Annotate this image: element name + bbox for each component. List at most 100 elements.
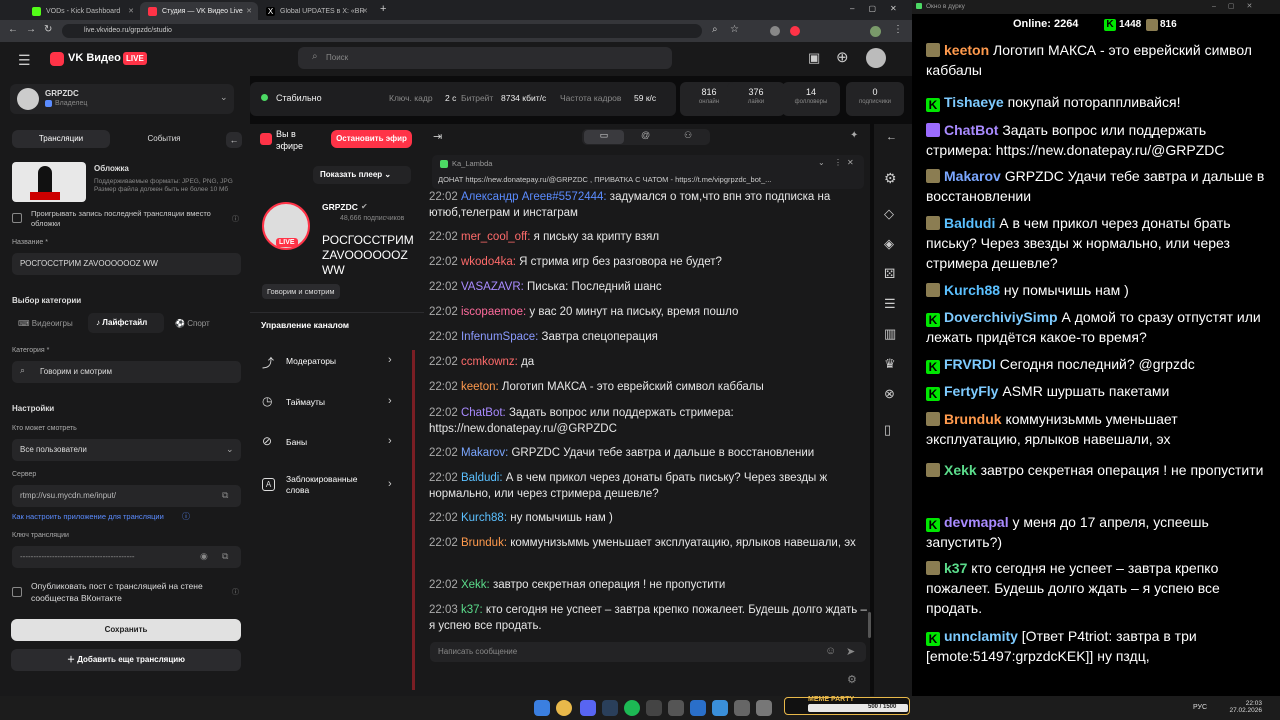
- category-field[interactable]: Говорим и смотрим: [12, 361, 241, 383]
- mention-icon[interactable]: @: [641, 130, 650, 140]
- chat-ban-icon[interactable]: ⊗: [884, 386, 895, 402]
- message-author[interactable]: VASAZAVR:: [461, 281, 527, 293]
- message-author[interactable]: keeton:: [461, 381, 502, 393]
- profile-icon[interactable]: [870, 26, 881, 37]
- back-arrow-icon[interactable]: ←: [886, 131, 897, 143]
- channel-selector[interactable]: [10, 84, 234, 114]
- cat-games[interactable]: ⌨ Видеоигры: [18, 319, 73, 328]
- message-author[interactable]: Brunduk:: [461, 537, 510, 549]
- chat-message[interactable]: 22:02 VASAZAVR: Писька: Последний шанс: [429, 279, 867, 295]
- name-field[interactable]: РОСГОССТРИМ ZAVOOOOOOZ WW: [12, 253, 241, 275]
- expand-icon[interactable]: ⇥: [433, 130, 442, 143]
- server-field[interactable]: rtmp://vsu.mycdn.me/input/: [12, 485, 241, 507]
- extension-icon[interactable]: [770, 26, 780, 36]
- chat-bubble-icon[interactable]: ▭: [584, 130, 624, 144]
- close-tab-icon[interactable]: ✕: [362, 7, 368, 15]
- back-icon[interactable]: ←: [8, 24, 18, 35]
- start-icon[interactable]: [534, 700, 550, 716]
- close-tab-icon[interactable]: ✕: [246, 7, 252, 15]
- message-author[interactable]: wkodo4ka:: [461, 256, 519, 268]
- bar-chart-icon[interactable]: ▥: [884, 326, 896, 342]
- vk-logo-text[interactable]: VK Видео: [68, 52, 121, 64]
- extension-icon[interactable]: [790, 26, 800, 36]
- menu-dots-icon[interactable]: ⋮: [893, 24, 903, 35]
- cat-sport[interactable]: ⚽ Спорт: [175, 319, 210, 328]
- bookmark-icon[interactable]: ☆: [730, 24, 739, 35]
- tab-vk-studio[interactable]: Студия — VK Видео Live ✕: [140, 2, 258, 20]
- tab-kick[interactable]: VODs - Kick Dashboard ✕: [24, 2, 140, 20]
- menu-bans[interactable]: Баны: [286, 437, 307, 447]
- chat-message[interactable]: 22:02 keeton: Логотип МАКСА - это еврейс…: [429, 379, 867, 395]
- users-icon[interactable]: ⚇: [684, 130, 692, 141]
- eye-icon[interactable]: ◉: [200, 551, 208, 562]
- add-icon[interactable]: ⊕: [836, 48, 849, 66]
- chat-message[interactable]: 22:02 Kurch88: ну помычишь нам ): [429, 510, 867, 526]
- menu-timeouts[interactable]: Таймауты: [286, 397, 325, 407]
- menu-blocked-words[interactable]: Заблокированные слова: [286, 474, 376, 496]
- clip-icon[interactable]: ▯: [884, 422, 891, 438]
- close-tab-icon[interactable]: ✕: [128, 7, 134, 15]
- auto-cover-checkbox[interactable]: [12, 213, 22, 223]
- tab-x[interactable]: X Global UPDATES в X: «BREAKIN✕: [258, 2, 374, 20]
- chat-message[interactable]: 22:03 k37: кто сегодня не успеет – завтр…: [429, 602, 867, 634]
- chat-input[interactable]: Написать сообщение: [430, 642, 866, 662]
- message-author[interactable]: mer_cool_off:: [461, 231, 534, 243]
- url-field[interactable]: live.vkvideo.ru/grpzdc/studio: [62, 24, 702, 38]
- spotify-icon[interactable]: [624, 700, 640, 716]
- notifications-icon[interactable]: ▣: [808, 50, 820, 66]
- hamburger-icon[interactable]: ☰: [18, 52, 31, 69]
- list-icon[interactable]: ☰: [884, 296, 896, 312]
- explorer-icon[interactable]: [668, 700, 684, 716]
- chat-message[interactable]: 22:02 Makarov: GRPZDC Удачи тебе завтра …: [429, 445, 867, 461]
- message-author[interactable]: Kurch88:: [461, 512, 510, 524]
- save-button[interactable]: Сохранить: [11, 619, 241, 641]
- new-tab-button[interactable]: +: [380, 3, 386, 15]
- gear-icon[interactable]: ⚙: [884, 170, 897, 187]
- chat-message[interactable]: 22:02 ccmkownz: да: [429, 354, 867, 370]
- chevron-down-icon[interactable]: ⌄: [818, 158, 825, 167]
- message-author[interactable]: iscopaemoe:: [461, 306, 529, 318]
- user-avatar[interactable]: [866, 48, 886, 68]
- app-icon[interactable]: [690, 700, 706, 716]
- chat-message[interactable]: 22:02 wkodo4ka: Я стрима игр без разгово…: [429, 254, 867, 270]
- chat-message[interactable]: 22:02 mer_cool_off: я письку за крипту в…: [429, 229, 867, 245]
- message-author[interactable]: Xekk:: [461, 579, 493, 591]
- chat-message[interactable]: 22:02 ChatBot: Задать вопрос или поддерж…: [429, 405, 867, 437]
- menu-moderators[interactable]: Модераторы: [286, 356, 336, 366]
- message-author[interactable]: Александр Агеев#5572444:: [461, 191, 610, 203]
- steam-icon[interactable]: [602, 700, 618, 716]
- chat-message[interactable]: 22:02 Brunduk: коммунизьммь уменьшает эк…: [429, 535, 867, 551]
- message-author[interactable]: Baldudi:: [461, 472, 506, 484]
- language-indicator[interactable]: РУС: [1193, 704, 1207, 711]
- message-author[interactable]: k37:: [461, 604, 486, 616]
- message-author[interactable]: InfenumSpace:: [461, 331, 542, 343]
- chat-scrollbar[interactable]: [868, 612, 871, 638]
- show-player-button[interactable]: Показать плеер ⌄: [313, 166, 411, 184]
- setup-link[interactable]: Как настроить приложение для трансляции: [12, 512, 164, 521]
- window-controls[interactable]: –▢✕: [1212, 2, 1264, 10]
- tab-streams[interactable]: Трансляции: [12, 130, 110, 148]
- zoom-icon[interactable]: ⌕: [712, 24, 718, 35]
- send-icon[interactable]: ➤: [846, 645, 855, 658]
- clock[interactable]: 22:03 27.02.2026: [1228, 700, 1262, 714]
- publish-post-checkbox[interactable]: [12, 587, 22, 597]
- dice-icon[interactable]: ⚄: [884, 266, 895, 282]
- message-author[interactable]: ccmkownz:: [461, 356, 521, 368]
- copy-icon[interactable]: ⧉: [222, 551, 228, 562]
- window-controls[interactable]: –▢✕: [850, 4, 911, 13]
- cat-lifestyle[interactable]: ♪ Лайфстайл: [88, 313, 164, 333]
- discord-icon[interactable]: [580, 700, 596, 716]
- settings-icon[interactable]: ⚙: [847, 673, 857, 686]
- tab-events[interactable]: События: [115, 130, 213, 148]
- more-icon[interactable]: ⋮: [834, 158, 842, 167]
- trophy-icon[interactable]: ♛: [884, 356, 896, 372]
- chat-message[interactable]: 22:02 Xekk: завтро секретная операция ! …: [429, 577, 867, 593]
- gem-icon[interactable]: ◈: [884, 236, 894, 252]
- search-input[interactable]: Поиск: [298, 47, 672, 69]
- stop-stream-button[interactable]: Остановить эфир: [331, 130, 412, 148]
- info-icon[interactable]: ⓘ: [232, 214, 239, 224]
- app-icon[interactable]: [734, 700, 750, 716]
- who-can-watch-select[interactable]: Все пользователи: [12, 439, 241, 461]
- close-icon[interactable]: ✕: [847, 158, 854, 167]
- pin-icon[interactable]: ✦: [850, 130, 858, 141]
